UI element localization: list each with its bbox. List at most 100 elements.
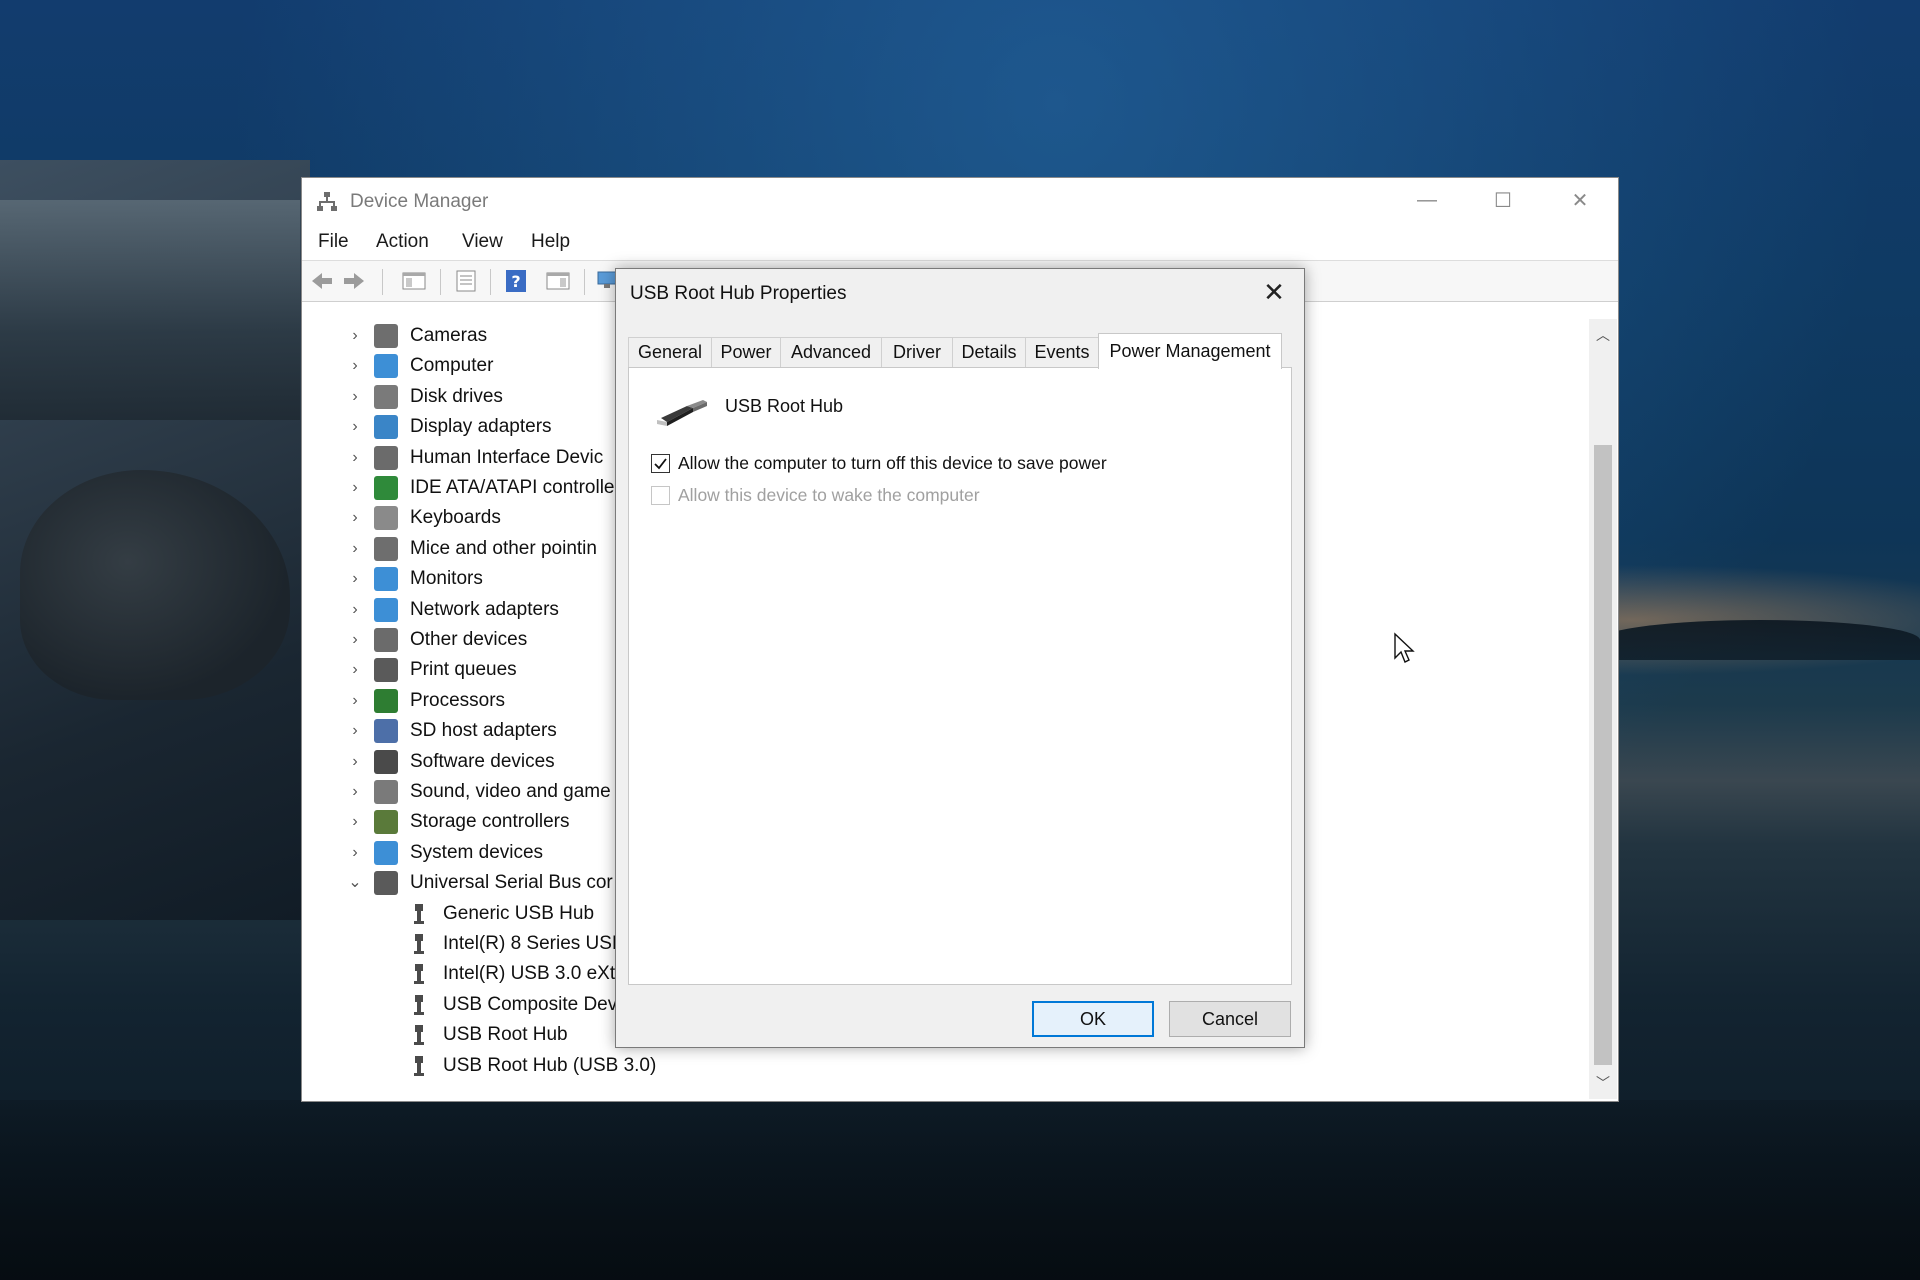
tab-events[interactable]: Events bbox=[1025, 337, 1099, 367]
category-icon bbox=[374, 476, 398, 500]
back-arrow-icon[interactable] bbox=[308, 269, 336, 293]
usb-device-icon bbox=[407, 902, 431, 926]
category-icon bbox=[374, 840, 398, 865]
tree-category-item[interactable]: Other devices bbox=[410, 625, 527, 655]
tab-details[interactable]: Details bbox=[952, 337, 1026, 367]
minimize-button[interactable]: — bbox=[1389, 178, 1465, 223]
tree-category-item[interactable]: Universal Serial Bus cor bbox=[410, 868, 613, 898]
expand-chevron-icon[interactable]: › bbox=[347, 753, 363, 770]
usb-device-icon bbox=[407, 1023, 431, 1047]
properties-icon[interactable] bbox=[452, 269, 480, 293]
svg-text:?: ? bbox=[511, 272, 520, 291]
maximize-button[interactable]: ☐ bbox=[1465, 178, 1541, 223]
scrollbar-thumb[interactable] bbox=[1594, 445, 1612, 1065]
category-icon bbox=[374, 871, 398, 896]
menu-view[interactable]: View bbox=[462, 231, 503, 253]
tab-power-management[interactable]: Power Management bbox=[1098, 333, 1282, 369]
expand-chevron-icon[interactable]: › bbox=[347, 540, 363, 557]
tree-category-item[interactable]: Software devices bbox=[410, 747, 555, 777]
tree-category-item[interactable]: SD host adapters bbox=[410, 716, 557, 746]
tree-device-item[interactable]: USB Composite Dev bbox=[443, 990, 617, 1020]
category-icon bbox=[374, 506, 398, 531]
help-icon[interactable]: ? bbox=[502, 269, 530, 293]
expand-chevron-icon[interactable]: › bbox=[347, 419, 363, 435]
tree-category-item[interactable]: Display adapters bbox=[410, 412, 552, 442]
tree-category-item[interactable]: Sound, video and game bbox=[410, 777, 611, 807]
tree-device-item[interactable]: Intel(R) USB 3.0 eXte bbox=[443, 959, 626, 989]
tree-category-item[interactable]: Storage controllers bbox=[410, 807, 569, 837]
minimize-icon: — bbox=[1417, 189, 1437, 211]
menu-action[interactable]: Action bbox=[376, 231, 429, 253]
desktop-distant-rocks bbox=[1600, 620, 1920, 660]
expand-chevron-icon[interactable]: › bbox=[347, 328, 363, 344]
ok-button[interactable]: OK bbox=[1032, 1001, 1154, 1037]
tree-category-item[interactable]: Human Interface Devic bbox=[410, 443, 603, 473]
category-icon bbox=[374, 688, 398, 713]
expand-chevron-icon[interactable]: › bbox=[347, 601, 363, 618]
tree-category-item[interactable]: IDE ATA/ATAPI controlle bbox=[410, 473, 615, 503]
category-icon bbox=[374, 719, 398, 744]
tree-category-item[interactable]: Disk drives bbox=[410, 382, 503, 412]
menu-help[interactable]: Help bbox=[531, 231, 570, 253]
expand-chevron-icon[interactable]: › bbox=[347, 692, 363, 709]
usb-plug-icon bbox=[657, 400, 707, 426]
allow-turn-off-checkbox[interactable] bbox=[651, 454, 670, 473]
toolbar-separator bbox=[440, 269, 441, 295]
allow-wake-label: Allow this device to wake the computer bbox=[678, 485, 980, 505]
category-icon bbox=[374, 780, 398, 804]
category-icon bbox=[374, 628, 398, 652]
scroll-down-icon[interactable]: ﹀ bbox=[1589, 1071, 1617, 1095]
expand-chevron-icon[interactable]: › bbox=[347, 784, 363, 800]
close-button[interactable]: ✕ bbox=[1542, 178, 1618, 223]
expand-chevron-icon[interactable]: › bbox=[347, 571, 363, 587]
tree-category-item[interactable]: Network adapters bbox=[410, 595, 559, 625]
device-name: USB Root Hub bbox=[725, 396, 844, 416]
dialog-title: USB Root Hub Properties bbox=[630, 283, 847, 304]
usb-root-hub-properties-dialog: USB Root Hub Properties ✕ General Power … bbox=[615, 268, 1305, 1048]
category-icon bbox=[374, 354, 398, 379]
expand-chevron-icon[interactable]: › bbox=[347, 662, 363, 678]
tree-category-item[interactable]: Mice and other pointin bbox=[410, 534, 597, 564]
expand-chevron-icon[interactable]: › bbox=[347, 723, 363, 739]
expand-chevron-icon[interactable]: › bbox=[347, 358, 363, 374]
tab-advanced[interactable]: Advanced bbox=[780, 337, 882, 367]
tab-driver[interactable]: Driver bbox=[881, 337, 953, 367]
tree-category-item[interactable]: Print queues bbox=[410, 655, 517, 685]
cancel-button[interactable]: Cancel bbox=[1169, 1001, 1291, 1037]
tab-general[interactable]: General bbox=[628, 337, 712, 367]
tree-category-item[interactable]: Cameras bbox=[410, 321, 487, 351]
allow-turn-off-label: Allow the computer to turn off this devi… bbox=[678, 453, 1107, 473]
expand-chevron-icon[interactable]: › bbox=[347, 510, 363, 526]
vertical-scrollbar[interactable]: ︿ ﹀ bbox=[1589, 319, 1617, 1099]
expand-chevron-icon[interactable]: › bbox=[347, 388, 363, 405]
scroll-up-icon[interactable]: ︿ bbox=[1589, 323, 1617, 347]
tree-device-item[interactable]: USB Root Hub (USB 3.0) bbox=[443, 1051, 656, 1081]
expand-chevron-icon[interactable]: › bbox=[347, 632, 363, 648]
expand-chevron-icon[interactable]: › bbox=[347, 480, 363, 496]
action-pane-icon[interactable] bbox=[544, 269, 572, 293]
expand-chevron-icon[interactable]: › bbox=[347, 449, 363, 466]
collapse-chevron-icon[interactable]: ⌄ bbox=[347, 875, 363, 891]
tree-device-item[interactable]: Intel(R) 8 Series USB bbox=[443, 929, 625, 959]
menu-file[interactable]: File bbox=[318, 231, 349, 253]
window-title: Device Manager bbox=[350, 191, 489, 212]
tree-category-item[interactable]: Monitors bbox=[410, 564, 483, 594]
category-icon bbox=[374, 597, 398, 622]
tree-device-item[interactable]: USB Root Hub bbox=[443, 1020, 568, 1050]
dialog-close-icon[interactable]: ✕ bbox=[1254, 275, 1294, 309]
forward-arrow-icon[interactable] bbox=[340, 269, 368, 293]
tree-category-item[interactable]: Computer bbox=[410, 351, 493, 381]
allow-turn-off-option[interactable]: Allow the computer to turn off this devi… bbox=[651, 453, 1107, 474]
device-manager-icon bbox=[317, 192, 337, 211]
show-hide-console-tree-icon[interactable] bbox=[400, 269, 428, 293]
title-bar[interactable]: Device Manager — ☐ ✕ bbox=[302, 178, 1618, 223]
category-icon bbox=[374, 658, 398, 683]
expand-chevron-icon[interactable]: › bbox=[347, 844, 363, 861]
tree-category-item[interactable]: Keyboards bbox=[410, 503, 501, 533]
tree-category-item[interactable]: Processors bbox=[410, 686, 505, 716]
allow-wake-checkbox bbox=[651, 486, 670, 505]
tab-power[interactable]: Power bbox=[711, 337, 781, 367]
expand-chevron-icon[interactable]: › bbox=[347, 814, 363, 830]
tree-device-item[interactable]: Generic USB Hub bbox=[443, 899, 594, 929]
tree-category-item[interactable]: System devices bbox=[410, 838, 543, 868]
